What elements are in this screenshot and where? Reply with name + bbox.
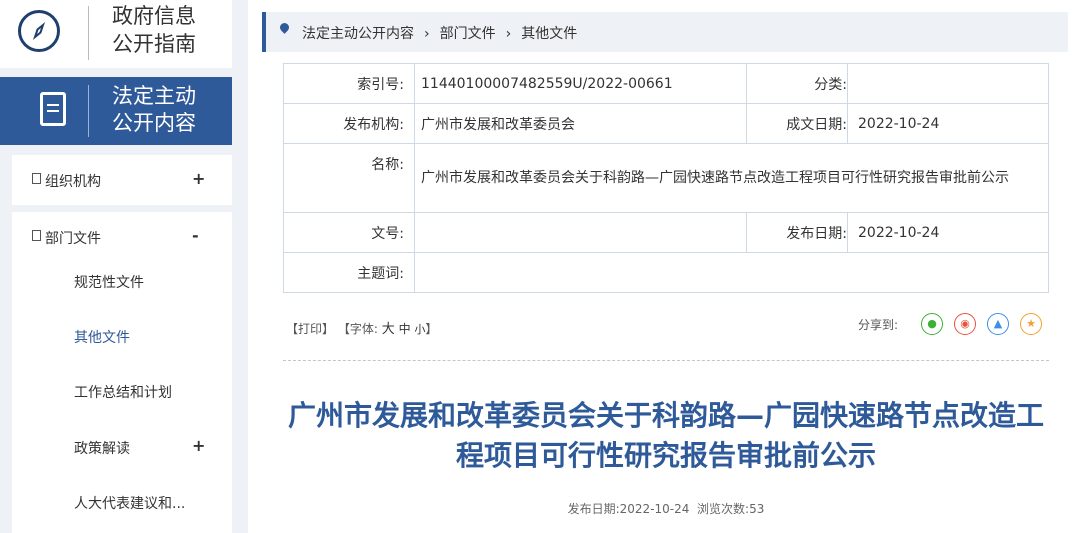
meta-label: 成文日期:: [746, 103, 848, 144]
chevron-right-icon: ›: [505, 26, 512, 42]
meta-value: 广州市发展和改革委员会关于科韵路—广园快速路节点改造工程项目可行性研究报告审批前…: [414, 143, 1049, 213]
meta-label: 名称:: [283, 143, 415, 213]
sidebar: 政府信息 公开指南 法定主动 公开内容 组织机构 + 部门文件 - 规范性文件 …: [0, 0, 248, 533]
font-size-medium[interactable]: 中: [399, 322, 411, 336]
meta-value: [847, 63, 1049, 104]
qzone-icon[interactable]: ★: [1020, 313, 1042, 335]
document-icon: [40, 92, 66, 126]
meta-value: 2022-10-24: [847, 103, 1049, 144]
sidebar-item-org[interactable]: 组织机构 +: [12, 155, 232, 205]
sidebar-subitem-other-files[interactable]: 其他文件: [74, 327, 130, 347]
meta-value: [414, 212, 747, 253]
meta-value: 广州市发展和改革委员会: [414, 103, 747, 144]
article-title: 广州市发展和改革委员会关于科韵路—广园快速路节点改造工程项目可行性研究报告审批前…: [287, 399, 1044, 472]
expand-icon[interactable]: +: [192, 436, 205, 455]
font-size-large[interactable]: 大: [382, 322, 395, 337]
meta-label: 发布日期:: [746, 212, 848, 253]
meta-label: 文号:: [283, 212, 415, 253]
publish-date: 2022-10-24: [619, 502, 690, 516]
page-icon: [32, 230, 41, 241]
guide-label: 政府信息 公开指南: [112, 4, 196, 56]
font-size-small[interactable]: 小: [414, 323, 425, 336]
page-icon: [32, 173, 41, 184]
meta-label: 分类:: [746, 63, 848, 104]
meta-label: 索引号:: [283, 63, 415, 104]
breadcrumb-item[interactable]: 法定主动公开内容: [302, 26, 414, 42]
sidebar-subitem-policy-interpretation[interactable]: 政策解读 +: [74, 436, 205, 458]
wechat-icon[interactable]: ●: [921, 313, 943, 335]
meta-value: 11440100007482559U/2022-00661: [414, 63, 747, 104]
breadcrumb-item[interactable]: 部门文件: [440, 26, 496, 42]
divider: [283, 360, 1049, 361]
breadcrumb-item[interactable]: 其他文件: [521, 26, 577, 42]
article-pub-info: 发布日期:2022-10-24 浏览次数:53: [567, 502, 765, 516]
sidebar-item-dept-files-header[interactable]: 部门文件 -: [12, 212, 232, 262]
meta-label: 主题词:: [283, 252, 415, 293]
meta-value: 2022-10-24: [847, 212, 1049, 253]
expand-icon[interactable]: +: [192, 169, 205, 188]
document-meta-table: 索引号: 11440100007482559U/2022-00661 分类: 发…: [283, 63, 1049, 293]
location-icon: [278, 21, 291, 34]
active-section-label: 法定主动 公开内容: [112, 84, 196, 135]
compass-icon: [18, 10, 60, 52]
divider: [88, 85, 89, 137]
view-count: 53: [749, 502, 765, 516]
mandatory-disclosure-link[interactable]: 法定主动 公开内容: [0, 77, 232, 145]
divider: [88, 6, 89, 60]
qq-icon[interactable]: ▲: [987, 313, 1009, 335]
print-link[interactable]: 【打印】: [286, 322, 334, 336]
sidebar-subitem-normative[interactable]: 规范性文件: [74, 272, 144, 292]
meta-label: 发布机构:: [283, 103, 415, 144]
weibo-icon[interactable]: ◉: [954, 313, 976, 335]
article-toolbar: 【打印】 【字体: 大 中 小】: [286, 322, 438, 337]
collapse-icon[interactable]: -: [192, 226, 199, 245]
sidebar-item-dept-files: 部门文件 - 规范性文件 其他文件 工作总结和计划 政策解读 + 人大代表建议和.…: [12, 212, 232, 533]
meta-value: [414, 252, 1049, 293]
gov-info-guide-link[interactable]: 政府信息 公开指南: [0, 0, 232, 68]
breadcrumb: 法定主动公开内容 › 部门文件 › 其他文件: [262, 12, 1068, 52]
sidebar-subitem-work-summary[interactable]: 工作总结和计划: [74, 382, 172, 402]
sidebar-subitem-npc-suggestions[interactable]: 人大代表建议和...: [74, 493, 185, 513]
chevron-right-icon: ›: [424, 26, 430, 42]
share-label: 分享到:: [858, 318, 899, 332]
